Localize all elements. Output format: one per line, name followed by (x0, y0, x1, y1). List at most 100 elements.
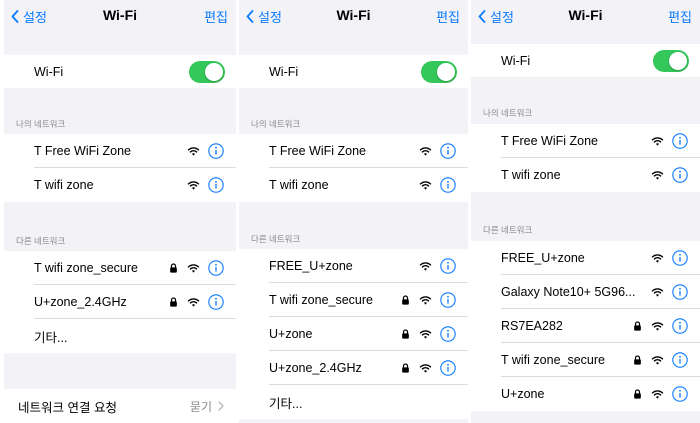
other-networks-list: FREE_U+zone T wifi zone_secure U+zone U+… (239, 249, 468, 419)
info-circle-icon[interactable] (208, 260, 224, 276)
wifi-toggle-group: Wi-Fi (239, 55, 468, 88)
info-circle-icon[interactable] (672, 250, 688, 266)
info-circle-icon[interactable] (672, 133, 688, 149)
navigation-bar: 설정 Wi-Fi 편집 (239, 0, 468, 32)
network-row[interactable]: Galaxy Note10+ 5G96... (471, 275, 700, 309)
wifi-signal-icon (419, 296, 432, 305)
wifi-signal-icon (651, 322, 664, 331)
wifi-toggle-label: Wi-Fi (501, 53, 531, 68)
page-title: Wi-Fi (568, 7, 603, 23)
wifi-signal-icon (419, 147, 432, 156)
wifi-toggle-switch[interactable] (421, 60, 457, 83)
network-name: T Free WiFi Zone (269, 144, 367, 158)
edit-button[interactable]: 편집 (436, 7, 460, 26)
info-circle-icon[interactable] (672, 284, 688, 300)
network-row[interactable]: U+zone_2.4GHz (4, 285, 236, 319)
info-circle-icon[interactable] (440, 360, 456, 376)
edit-button[interactable]: 편집 (668, 7, 692, 26)
wifi-settings-screen-2: 설정 Wi-Fi 편집 Wi-Fi 나의 네트워크 T Free WiFi Zo… (239, 0, 468, 423)
wifi-signal-icon (187, 181, 200, 190)
info-circle-icon[interactable] (672, 352, 688, 368)
wifi-signal-icon (651, 137, 664, 146)
my-networks-list: T Free WiFi Zone T wifi zone (471, 124, 700, 192)
network-row[interactable]: RS7EA282 (471, 309, 700, 343)
wifi-signal-icon (419, 330, 432, 339)
other-networks-header: 다른 네트워크 (251, 234, 301, 244)
info-circle-icon[interactable] (672, 167, 688, 183)
lock-icon (634, 321, 641, 331)
lock-icon (634, 389, 641, 399)
network-row[interactable]: U+zone (239, 317, 468, 351)
network-row[interactable]: T Free WiFi Zone (471, 124, 700, 158)
info-circle-icon[interactable] (440, 292, 456, 308)
network-name: T wifi zone_secure (501, 353, 605, 367)
wifi-signal-icon (187, 298, 200, 307)
page-title: Wi-Fi (102, 7, 138, 23)
network-name: T wifi zone (269, 178, 329, 192)
my-networks-list: T Free WiFi Zone T wifi zone (239, 134, 468, 202)
network-row[interactable]: T wifi zone_secure (4, 251, 236, 285)
network-name: U+zone (501, 387, 545, 401)
network-name: T wifi zone_secure (269, 293, 373, 307)
edit-button[interactable]: 편집 (204, 7, 228, 26)
info-circle-icon[interactable] (208, 294, 224, 310)
other-networks-list: FREE_U+zone Galaxy Note10+ 5G96... RS7EA… (471, 241, 700, 411)
wifi-settings-screen-1: 설정 Wi-Fi 편집 Wi-Fi 나의 네트워크 T Free WiFi Zo… (4, 0, 236, 423)
wifi-toggle-row: Wi-Fi (471, 44, 700, 77)
network-name: T wifi zone_secure (34, 261, 138, 275)
toggle-knob (437, 62, 455, 81)
other-networks-header: 다른 네트워크 (483, 225, 533, 235)
wifi-toggle-switch[interactable] (653, 49, 689, 72)
info-circle-icon[interactable] (440, 326, 456, 342)
wifi-signal-icon (651, 171, 664, 180)
my-networks-list: T Free WiFi Zone T wifi zone (4, 134, 236, 202)
wifi-signal-icon (651, 288, 664, 297)
page-title: Wi-Fi (336, 7, 371, 23)
wifi-toggle-row: Wi-Fi (4, 55, 236, 88)
my-networks-header: 나의 네트워크 (483, 108, 533, 118)
network-row[interactable]: FREE_U+zone (239, 249, 468, 283)
network-row[interactable]: FREE_U+zone (471, 241, 700, 275)
other-network-row[interactable]: 기타... (4, 319, 236, 353)
info-circle-icon[interactable] (440, 177, 456, 193)
lock-icon (402, 329, 409, 339)
network-name: RS7EA282 (501, 319, 563, 333)
network-name: T wifi zone (34, 178, 94, 192)
my-networks-header: 나의 네트워크 (16, 119, 66, 129)
network-row[interactable]: T wifi zone (4, 168, 236, 202)
lock-icon (402, 363, 409, 373)
wifi-toggle-switch[interactable] (189, 60, 225, 83)
network-row[interactable]: T wifi zone_secure (239, 283, 468, 317)
ask-to-join-value: 묻기 (189, 399, 212, 414)
lock-icon (170, 297, 177, 307)
info-circle-icon[interactable] (672, 318, 688, 334)
network-row[interactable]: T Free WiFi Zone (4, 134, 236, 168)
other-network-row[interactable]: 기타... (239, 385, 468, 419)
network-row[interactable]: U+zone_2.4GHz (239, 351, 468, 385)
info-circle-icon[interactable] (208, 143, 224, 159)
wifi-signal-icon (651, 390, 664, 399)
network-name: FREE_U+zone (501, 251, 585, 265)
info-circle-icon[interactable] (672, 386, 688, 402)
other-network-label: 기타... (34, 330, 68, 345)
lock-icon (170, 263, 177, 273)
network-name: FREE_U+zone (269, 259, 353, 273)
info-circle-icon[interactable] (440, 258, 456, 274)
network-name: T wifi zone (501, 168, 561, 182)
ask-to-join-row[interactable]: 네트워크 연결 요청 묻기 (4, 389, 236, 423)
my-networks-header: 나의 네트워크 (251, 119, 301, 129)
wifi-toggle-group: Wi-Fi (4, 55, 236, 88)
wifi-signal-icon (651, 254, 664, 263)
lock-icon (402, 295, 409, 305)
toggle-knob (205, 62, 223, 81)
network-row[interactable]: T Free WiFi Zone (239, 134, 468, 168)
network-row[interactable]: T wifi zone (239, 168, 468, 202)
wifi-toggle-group: Wi-Fi (471, 44, 700, 77)
other-networks-list: T wifi zone_secure U+zone_2.4GHz 기타... (4, 251, 236, 353)
info-circle-icon[interactable] (208, 177, 224, 193)
network-row[interactable]: U+zone (471, 377, 700, 411)
network-row[interactable]: T wifi zone (471, 158, 700, 192)
network-row[interactable]: T wifi zone_secure (471, 343, 700, 377)
info-circle-icon[interactable] (440, 143, 456, 159)
other-network-label: 기타... (269, 396, 303, 411)
